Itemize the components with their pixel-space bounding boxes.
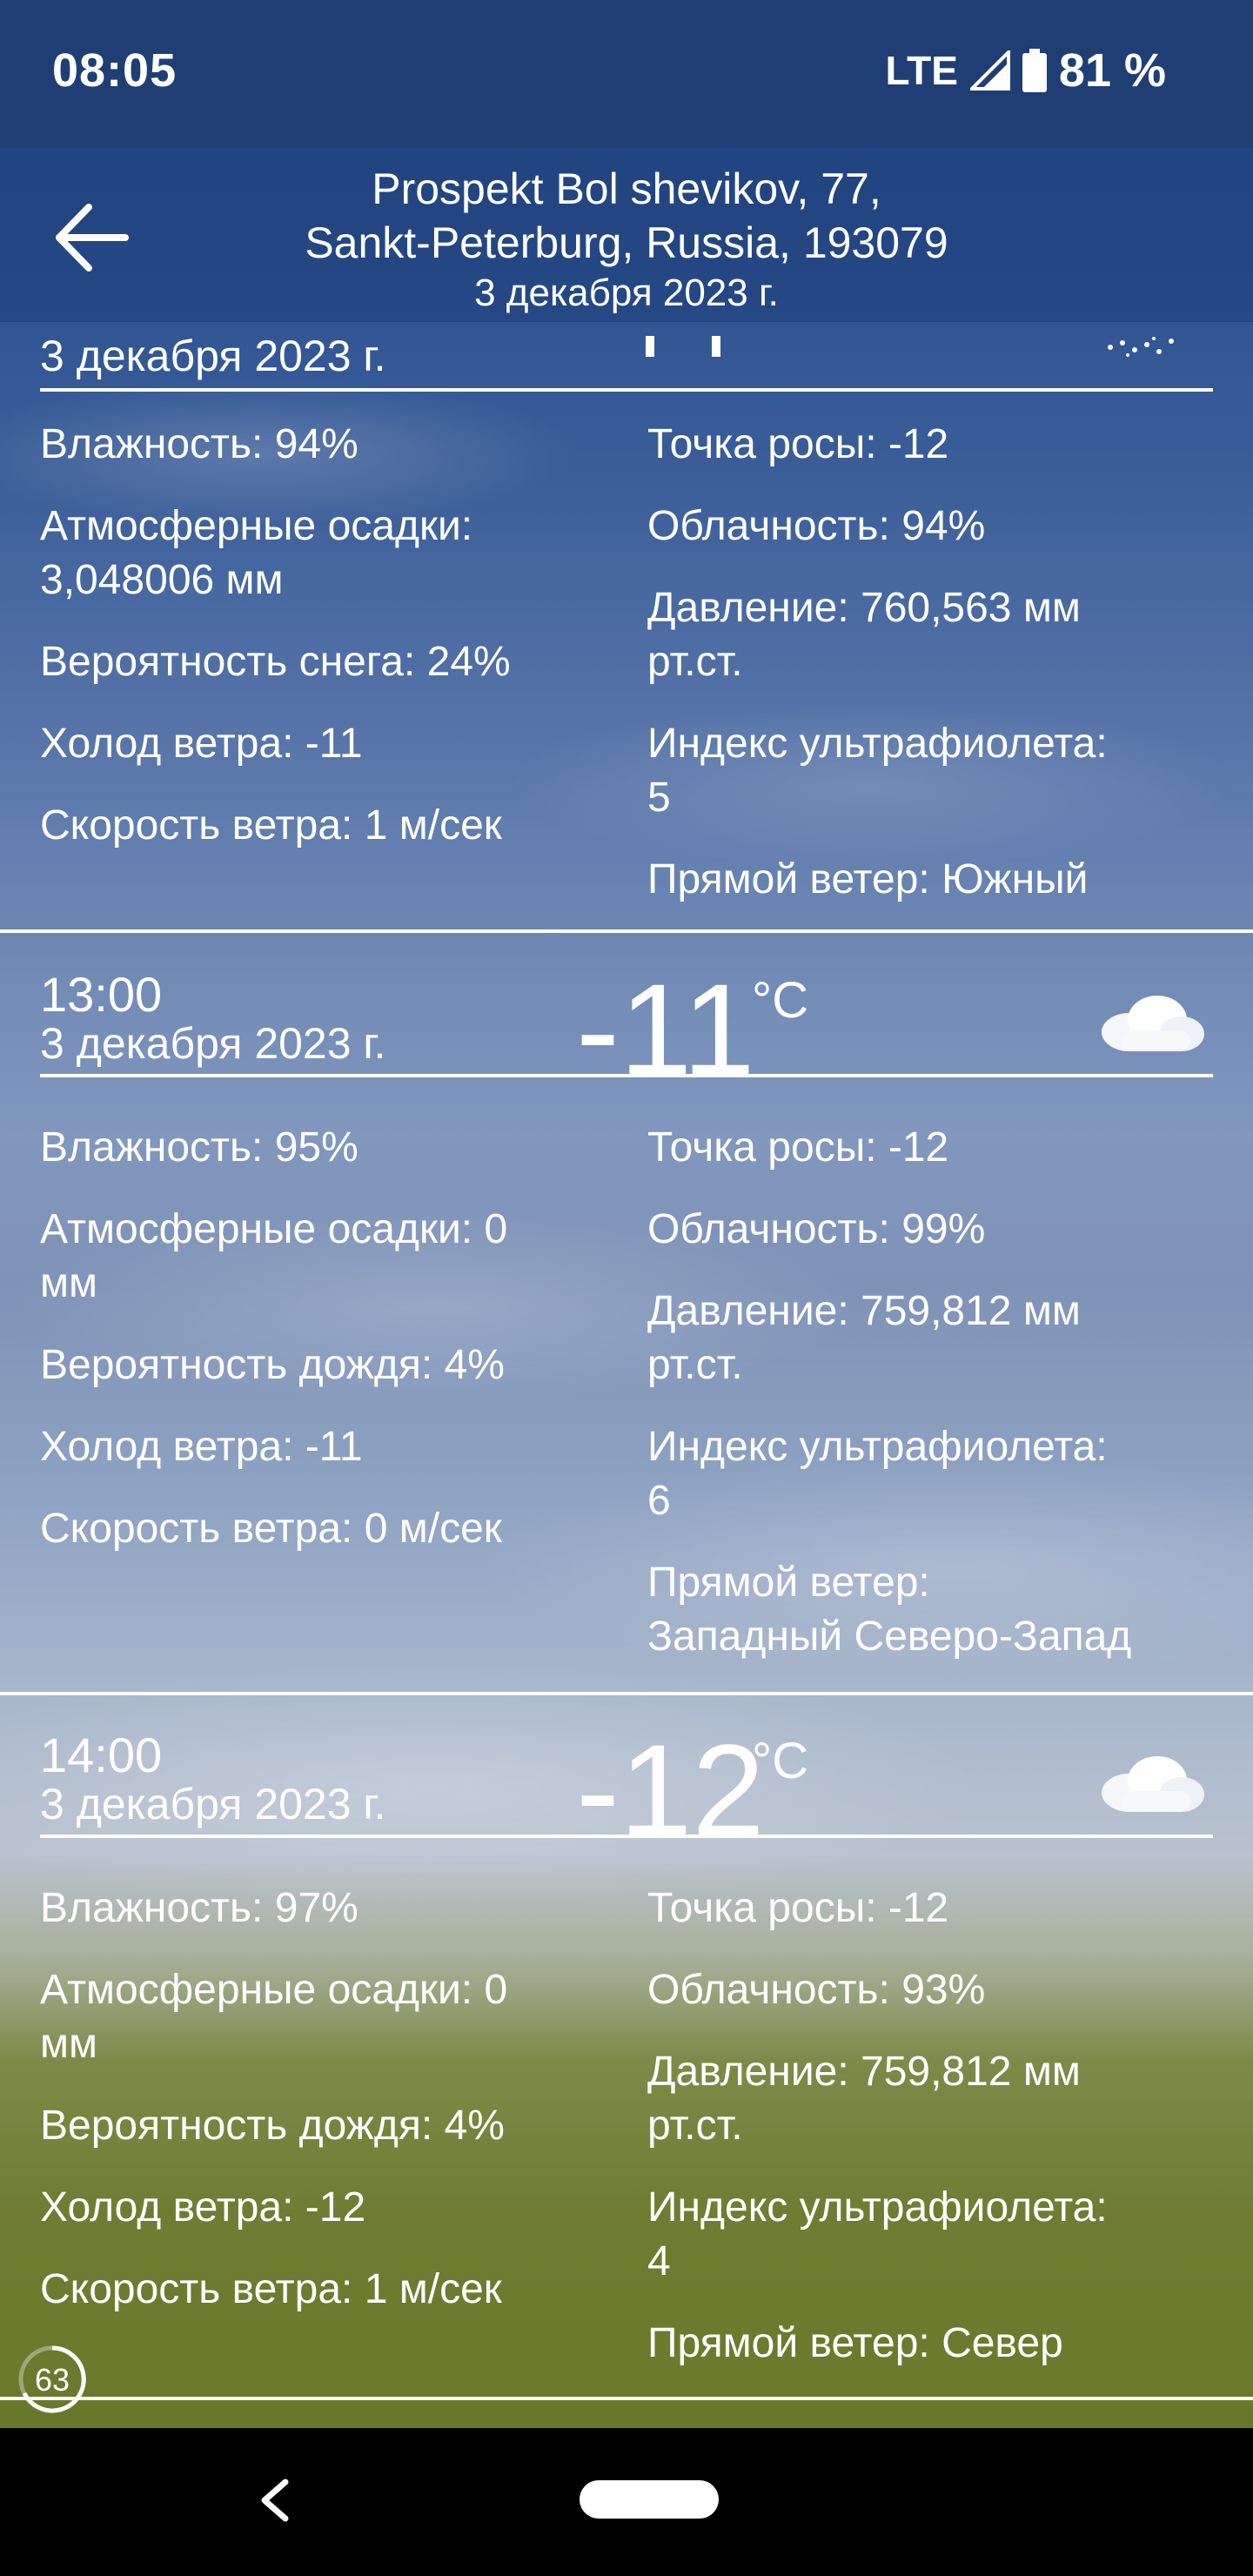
cloud-icon: [1102, 1756, 1204, 1812]
temperature-unit: °C: [752, 1733, 809, 1789]
wind-direction: Прямой ветер: Север: [647, 2320, 1063, 2366]
uv-index-value: 6: [647, 1478, 671, 1524]
cloudiness: Облачность: 99%: [647, 1206, 986, 1252]
temperature-unit: °C: [752, 972, 809, 1029]
item-divider: [40, 388, 1213, 392]
pressure: Давление: 759,812 мм: [647, 1288, 1081, 1334]
item-date: 3 декабря 2023 г.: [40, 1780, 386, 1828]
pressure: Давление: 760,563 мм: [647, 585, 1081, 631]
humidity: Влажность: 94%: [40, 421, 358, 467]
wind-direction: Прямой ветер: Южный: [647, 856, 1089, 902]
humidity: Влажность: 95%: [40, 1124, 358, 1171]
item-time: 13:00: [40, 967, 163, 1022]
wind-speed: Скорость ветра: 1 м/сек: [40, 2266, 502, 2312]
snow-icon: [1108, 337, 1174, 357]
network-type: LTE: [885, 48, 958, 93]
pressure-unit: рт.ст.: [647, 639, 743, 685]
pressure: Давление: 759,812 мм: [647, 2049, 1081, 2095]
app-header: Prospekt Bol shevikov, 77, Sankt-Peterbu…: [0, 148, 1253, 322]
dew-point: Точка росы: -12: [647, 1885, 949, 1931]
precipitation: Атмосферные осадки: 0: [40, 1967, 508, 2013]
progress-badge-value: 63: [35, 2362, 70, 2398]
uv-index: Индекс ультрафиолета:: [647, 721, 1108, 767]
rain-probability: Вероятность дождя: 4%: [40, 2103, 505, 2149]
wind-direction-value: Западный Северо-Запад: [647, 1613, 1132, 1660]
home-pill[interactable]: [580, 2480, 719, 2519]
dew-point: Точка росы: -12: [647, 421, 949, 467]
status-bar: 08:05 LTE 81 %: [0, 0, 1253, 148]
uv-index-value: 5: [647, 775, 671, 821]
item-divider: [40, 1074, 1213, 1077]
wind-chill: Холод ветра: -11: [40, 1424, 363, 1470]
address-line-1: Prospekt Bol shevikov, 77,: [372, 164, 881, 213]
wind-speed: Скорость ветра: 1 м/сек: [40, 802, 502, 849]
item-divider: [40, 1835, 1213, 1838]
pressure-unit: рт.ст.: [647, 1342, 743, 1388]
cloudiness: Облачность: 93%: [647, 1967, 986, 2013]
wind-speed: Скорость ветра: 0 м/сек: [40, 1506, 502, 1552]
humidity: Влажность: 97%: [40, 1885, 358, 1931]
wind-chill: Холод ветра: -11: [40, 721, 363, 767]
precipitation: Атмосферные осадки:: [40, 503, 473, 549]
signal-icon: [969, 50, 1010, 91]
chevron-left-icon[interactable]: [252, 2470, 296, 2531]
block-separator: [0, 929, 1253, 933]
forecast-list[interactable]: 3 декабря 2023 г. Влажность: 94% Атмосфе…: [0, 322, 1253, 2428]
temp-fragment: [712, 336, 720, 357]
uv-index: Индекс ультрафиолета:: [647, 1424, 1108, 1470]
header-date: 3 декабря 2023 г.: [474, 272, 779, 314]
uv-index: Индекс ультрафиолета:: [647, 2184, 1108, 2231]
block-separator: [0, 2397, 1253, 2400]
rain-probability: Вероятность дождя: 4%: [40, 1342, 505, 1388]
precipitation: Атмосферные осадки: 0: [40, 1206, 508, 1252]
system-nav-bar: [0, 2428, 1253, 2576]
battery-percent: 81 %: [1058, 44, 1166, 97]
snow-probability: Вероятность снега: 24%: [40, 639, 511, 685]
progress-badge: 63: [18, 2345, 86, 2413]
cloudiness: Облачность: 94%: [647, 503, 986, 549]
wind-chill: Холод ветра: -12: [40, 2184, 366, 2231]
battery-icon: [1022, 49, 1047, 92]
precipitation-unit: мм: [40, 1260, 97, 1306]
cloud-icon: [1102, 996, 1204, 1051]
uv-index-value: 4: [647, 2238, 671, 2284]
status-indicators: LTE 81 %: [885, 44, 1166, 97]
pressure-unit: рт.ст.: [647, 2103, 743, 2149]
status-time: 08:05: [52, 44, 178, 97]
precipitation-value: 3,048006 мм: [40, 557, 284, 603]
block-separator: [0, 1692, 1253, 1695]
item-time: 14:00: [40, 1727, 163, 1782]
address-line-2: Sankt-Peterburg, Russia, 193079: [305, 218, 948, 267]
wind-direction: Прямой ветер:: [647, 1560, 930, 1606]
item-date: 3 декабря 2023 г.: [40, 1019, 386, 1068]
dew-point: Точка росы: -12: [647, 1124, 949, 1171]
temp-fragment: [646, 336, 654, 357]
precipitation-unit: мм: [40, 2021, 97, 2067]
item-date: 3 декабря 2023 г.: [40, 332, 386, 380]
